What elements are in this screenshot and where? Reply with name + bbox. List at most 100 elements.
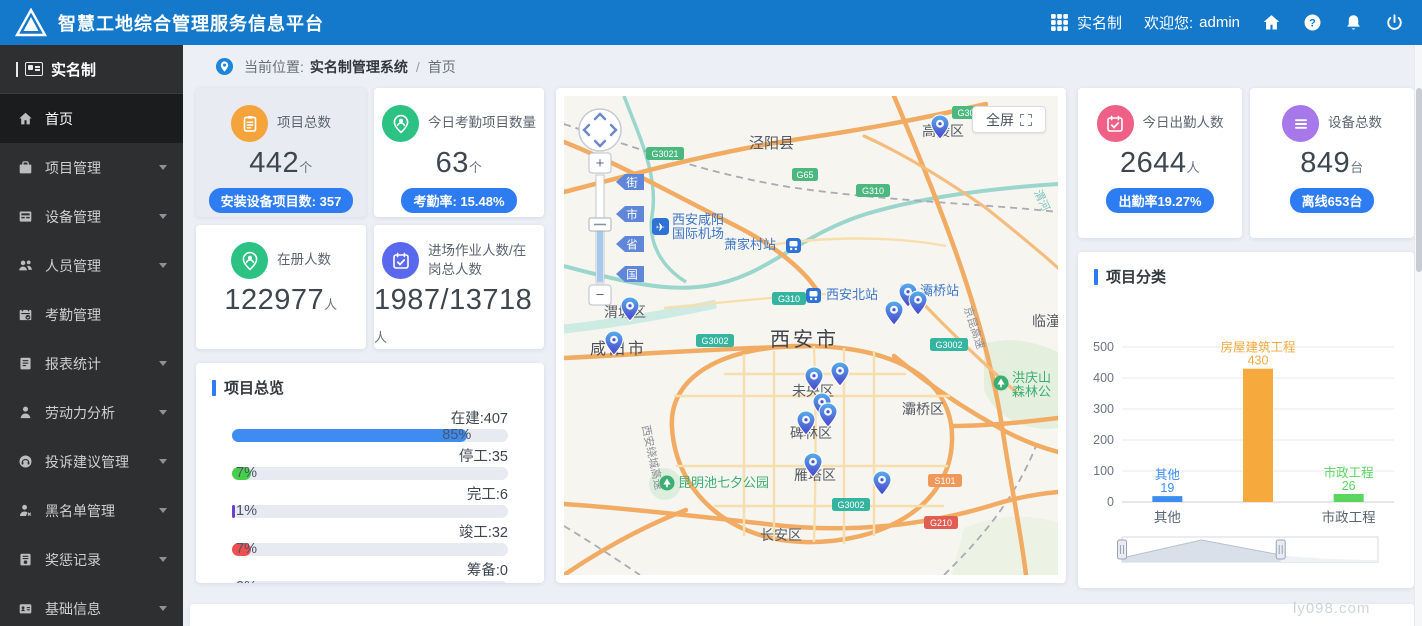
app-logo-icon [14, 7, 48, 36]
progress-bar: 7% [232, 541, 508, 557]
sidebar-item-2[interactable]: 项目管理 [0, 143, 183, 192]
sidebar-item-11[interactable]: 基础信息 [0, 584, 183, 626]
map-area-label: 西安市 [770, 328, 839, 351]
bar-1[interactable] [1152, 496, 1183, 502]
scrollbar-thumb[interactable] [1416, 88, 1422, 272]
bar-name-label: 市政工程 [1324, 465, 1375, 480]
project-icon [18, 160, 33, 175]
page-scrollbar[interactable] [1414, 45, 1422, 626]
metro-icon [786, 238, 801, 253]
progress-percent-label: 0% [236, 579, 257, 583]
overview-row: 竣工:32 7% [232, 521, 508, 557]
stat-card-3: 在册人数 122977人 [196, 225, 366, 349]
road-badge: S101 [928, 474, 962, 487]
app-switcher-label: 实名制 [1076, 15, 1122, 32]
svg-text:S101: S101 [934, 476, 955, 486]
welcome-user: 欢迎您: admin [1144, 12, 1240, 33]
map-poi: 萧家村站 [724, 237, 801, 253]
apps-grid-icon [1050, 13, 1069, 32]
stat-value: 849 [1300, 147, 1351, 179]
blacklist-icon [18, 503, 33, 518]
list-icon [1282, 105, 1319, 142]
power-icon[interactable] [1385, 13, 1404, 32]
y-tick-label: 500 [1093, 340, 1114, 354]
road-badge: G3002 [930, 338, 968, 351]
overview-row-label: 竣工:32 [458, 525, 508, 541]
map-poi-label: 萧家村站 [724, 237, 776, 252]
chart-datazoom-slider[interactable] [1117, 536, 1379, 563]
park-icon [993, 375, 1009, 391]
datazoom-handle-right[interactable] [1275, 539, 1286, 560]
datazoom-handle-left[interactable] [1117, 539, 1127, 560]
bar-name-label: 其他 [1155, 468, 1181, 482]
stat-title: 在册人数 [277, 252, 331, 268]
sidebar-brand: 实名制 [0, 45, 183, 94]
sidebar-item-4[interactable]: 人员管理 [0, 241, 183, 290]
stat-card-1: 项目总数 442个 安装设备项目数: 357 [196, 88, 366, 217]
person-pin-icon [382, 105, 419, 142]
stat-badge: 离线653台 [1289, 188, 1375, 213]
sidebar-item-5[interactable]: 考勤管理 [0, 290, 183, 339]
svg-text:?: ? [1309, 17, 1316, 29]
overview-row: 停工:35 7% [232, 445, 508, 481]
park-icon [659, 475, 675, 491]
stat-card-2: 今日考勤项目数量 63个 考勤率: 15.48% [374, 88, 544, 217]
svg-text:G210: G210 [930, 518, 952, 528]
calendar-check-icon [382, 242, 419, 279]
svg-text:G3002: G3002 [701, 336, 728, 346]
y-tick-label: 300 [1093, 402, 1114, 416]
bar-2[interactable] [1243, 368, 1273, 502]
map-poi-label: 国际机场 [672, 226, 724, 241]
breadcrumb: 当前位置: 实名制管理系统 / 首页 [183, 45, 1414, 88]
app-switcher[interactable]: 实名制 [1050, 12, 1122, 33]
sidebar-item-label: 基础信息 [45, 600, 101, 617]
chevron-down-icon [159, 165, 167, 170]
stat-value: 1987/13718 [374, 284, 533, 316]
sidebar-item-label: 投诉建议管理 [45, 453, 129, 470]
stat-unit: 台 [1350, 160, 1364, 175]
bar-name-label: 房屋建筑工程 [1220, 340, 1296, 355]
overview-row-label: 筹备:0 [466, 563, 508, 579]
svg-text:G3002: G3002 [935, 340, 962, 350]
fullscreen-label: 全屏 [986, 111, 1014, 128]
sidebar-item-1[interactable]: 首页 [0, 94, 183, 143]
road-badge: G310 [772, 292, 806, 305]
stat-badge: 安装设备项目数: 357 [208, 188, 354, 213]
map-area-label: 灞桥区 [902, 401, 944, 417]
zoom-level-street: 街 [626, 176, 638, 190]
sidebar-item-3[interactable]: 设备管理 [0, 192, 183, 241]
road-badge: G3021 [646, 147, 684, 160]
map-poi: 西安北站 [806, 287, 878, 303]
stat-title: 今日考勤项目数量 [428, 115, 536, 131]
sidebar-item-8[interactable]: 投诉建议管理 [0, 437, 183, 486]
overview-row: 在建:407 85% [232, 407, 508, 443]
help-icon[interactable]: ? [1303, 13, 1322, 32]
map-fullscreen-button[interactable]: 全屏 [972, 106, 1046, 133]
sidebar-item-9[interactable]: 黑名单管理 [0, 486, 183, 535]
overview-rows: 在建:40785% 停工:35 7% 完工:6 1% 竣工:32 7% 筹备:0 0% [212, 398, 544, 583]
sidebar-item-label: 劳动力分析 [45, 404, 115, 421]
map-panel: G3021 G3021 G310 G65 G310 G3002 G3002 G3002 S101… [556, 88, 1066, 583]
app-header: 智慧工地综合管理服务信息平台 实名制 欢迎您: admin ? [0, 0, 1422, 45]
sidebar-item-7[interactable]: 劳动力分析 [0, 388, 183, 437]
stat-value: 63 [435, 147, 469, 179]
overview-row-label: 在建:407 [450, 411, 508, 427]
next-panel-edge [190, 604, 1414, 626]
bell-icon[interactable] [1344, 13, 1363, 32]
sidebar-item-label: 考勤管理 [45, 306, 101, 323]
zoom-level-province: 省 [626, 239, 638, 252]
sidebar: 实名制 首页 项目管理 设备管理 人员管理考勤管理报表统计劳动力分析投诉建议管理黑名单… [0, 45, 183, 626]
project-overview-panel: 项目总览 在建:40785% 停工:35 7% 完工:6 1% 竣工:32 7% 筹备:0 0% [196, 363, 544, 583]
sidebar-item-10[interactable]: 奖惩记录 [0, 535, 183, 584]
brand-label: 实名制 [51, 61, 97, 79]
breadcrumb-section[interactable]: 实名制管理系统 [310, 57, 408, 77]
id-card-icon [25, 62, 43, 76]
bar-3[interactable] [1333, 493, 1364, 502]
breadcrumb-separator: / [415, 58, 420, 75]
y-tick-label: 400 [1093, 371, 1114, 385]
location-pin-icon [215, 57, 234, 76]
sidebar-item-6[interactable]: 报表统计 [0, 339, 183, 388]
home-icon[interactable] [1262, 13, 1281, 32]
breadcrumb-page[interactable]: 首页 [428, 57, 456, 77]
map-canvas[interactable]: G3021 G3021 G310 G65 G310 G3002 G3002 G3002 S101… [564, 96, 1058, 575]
